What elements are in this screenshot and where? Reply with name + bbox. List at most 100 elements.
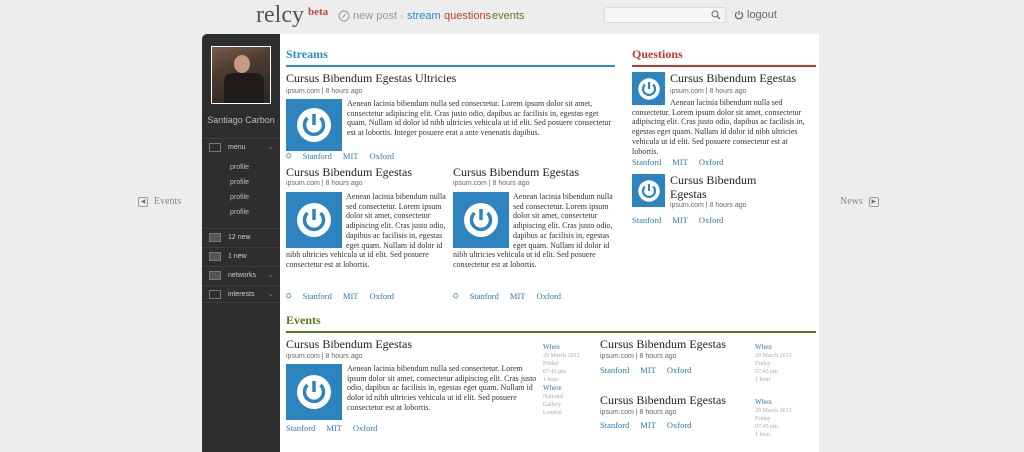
app-logo[interactable]: relcy xyxy=(256,2,304,29)
school-icon: ⛭ xyxy=(286,291,292,300)
tag-link[interactable]: Oxford xyxy=(536,291,561,301)
search-icon[interactable] xyxy=(711,10,721,20)
questions-heading[interactable]: Questions xyxy=(632,47,816,67)
post-body: Aenean lacinia bibendum nulla sed consec… xyxy=(453,192,613,270)
chevron-right-icon: › xyxy=(400,11,404,21)
question-thumbnail[interactable] xyxy=(632,174,665,207)
sidebar-item-messages[interactable]: 12 new xyxy=(202,228,280,246)
event-date: 29 March 2012 xyxy=(755,408,792,414)
question-title[interactable]: Cursus Bibendum xyxy=(670,173,756,188)
post-body: Aenean lacinia bibendum nulla sed consec… xyxy=(286,192,446,270)
tag-link[interactable]: Stanford xyxy=(303,151,332,161)
question-meta: ipsum.com | 8 hours ago xyxy=(670,88,747,95)
sidebar-item-label: interests xyxy=(228,290,255,298)
tag-link[interactable]: Oxford xyxy=(369,151,394,161)
tag-link[interactable]: Oxford xyxy=(667,420,692,430)
event-title[interactable]: Cursus Bibendum Egestas xyxy=(600,337,726,352)
sidebar-item-interests[interactable]: interests ⌄ xyxy=(202,285,280,303)
tag-link[interactable]: MIT xyxy=(326,423,342,433)
event-duration: 1 hour xyxy=(755,432,771,438)
tag-link[interactable]: MIT xyxy=(672,157,688,167)
sidebar-item-notifications[interactable]: 1 new xyxy=(202,247,280,265)
new-post-button[interactable]: new post › xyxy=(338,10,403,22)
nav-questions[interactable]: questions xyxy=(444,10,491,22)
tag-link[interactable]: Stanford xyxy=(286,423,315,433)
tag-link[interactable]: Oxford xyxy=(369,291,394,301)
tag-link[interactable]: Stanford xyxy=(600,420,629,430)
event-tags: Stanford MIT Oxford xyxy=(286,423,377,433)
event-title[interactable]: Cursus Bibendum Egestas xyxy=(286,337,412,352)
tag-link[interactable]: Oxford xyxy=(667,365,692,375)
sidebar-item-menu[interactable]: menu ⌄ xyxy=(202,138,280,156)
tag-link[interactable]: MIT xyxy=(510,291,526,301)
event-location: London xyxy=(543,410,562,416)
event-time: 07:45 pm xyxy=(755,369,778,375)
avatar[interactable] xyxy=(211,46,271,104)
tag-link[interactable]: MIT xyxy=(640,365,656,375)
tag-link[interactable]: Stanford xyxy=(632,157,661,167)
events-heading[interactable]: Events xyxy=(286,313,816,333)
tag-link[interactable]: Oxford xyxy=(699,157,724,167)
where-label: Where xyxy=(543,384,562,392)
school-icon: ⛭ xyxy=(453,291,459,300)
sidebar: Santiago Carbon menu ⌄ profile profile p… xyxy=(202,34,280,452)
sidebar-sub-profile[interactable]: profile xyxy=(230,179,249,186)
when-label: When xyxy=(543,343,560,351)
event-tags: Stanford MIT Oxford xyxy=(600,365,691,375)
tag-link[interactable]: MIT xyxy=(343,151,359,161)
tag-link[interactable]: MIT xyxy=(343,291,359,301)
event-when: When 29 March 2012 Friday 07:45 pm 1 hou… xyxy=(543,343,580,417)
event-location: Gallery xyxy=(543,402,561,408)
sidebar-sub-profile[interactable]: profile xyxy=(230,164,249,171)
event-day: Friday xyxy=(755,416,771,422)
event-time: 07:45 pm xyxy=(755,424,778,430)
event-title[interactable]: Cursus Bibendum Egestas xyxy=(600,393,726,408)
sidebar-sub-profile[interactable]: profile xyxy=(230,194,249,201)
when-label: When xyxy=(755,343,772,351)
question-tags: Stanford MIT Oxford xyxy=(632,157,723,167)
event-when: When 29 March 2012 Friday 07:45 pm 1 hou… xyxy=(755,343,792,384)
sidebar-item-networks[interactable]: networks ⌄ xyxy=(202,266,280,284)
prev-events-nav[interactable]: ◀ Events xyxy=(138,196,181,207)
list-icon xyxy=(209,289,221,299)
main-panel: Streams Cursus Bibendum Egestas Ultricie… xyxy=(280,34,819,452)
event-day: Friday xyxy=(755,361,771,367)
event-duration: 1 hour xyxy=(543,377,559,383)
post-thumbnail[interactable] xyxy=(286,99,342,151)
next-news-nav[interactable]: News ▶ xyxy=(840,196,879,207)
tag-link[interactable]: Stanford xyxy=(600,365,629,375)
event-when: When 29 March 2012 Friday 07:45 pm 1 hou… xyxy=(755,398,792,439)
power-icon xyxy=(297,108,331,142)
post-tags: ⛭ Stanford MIT Oxford xyxy=(286,291,394,301)
search-input[interactable] xyxy=(604,7,726,23)
tag-link[interactable]: Stanford xyxy=(632,215,661,225)
post-title[interactable]: Cursus Bibendum Egestas xyxy=(286,165,412,180)
post-title[interactable]: Cursus Bibendum Egestas Ultricies xyxy=(286,71,456,86)
sidebar-item-label: networks xyxy=(228,272,257,279)
nav-events[interactable]: events xyxy=(492,10,524,22)
tag-link[interactable]: Stanford xyxy=(470,291,499,301)
prev-events-label: Events xyxy=(154,196,182,207)
tag-link[interactable]: Stanford xyxy=(303,291,332,301)
streams-heading[interactable]: Streams xyxy=(286,47,615,67)
sidebar-sub-profile[interactable]: profile xyxy=(230,209,249,216)
event-body: Aenean lacinia bibendum nulla sed consec… xyxy=(347,364,537,412)
sidebar-item-label: menu xyxy=(228,144,246,151)
post-meta: ipsum.com | 8 hours ago xyxy=(286,180,363,187)
school-icon: ⛭ xyxy=(286,151,292,160)
question-title-cont[interactable]: Egestas xyxy=(670,187,707,202)
nav-stream[interactable]: stream xyxy=(407,10,441,22)
tag-link[interactable]: MIT xyxy=(640,420,656,430)
logout-label: logout xyxy=(747,9,777,21)
tag-link[interactable]: MIT xyxy=(672,215,688,225)
logout-button[interactable]: logout xyxy=(734,9,777,21)
tag-link[interactable]: Oxford xyxy=(353,423,378,433)
sidebar-item-label: 1 new xyxy=(228,253,247,260)
question-title[interactable]: Cursus Bibendum Egestas xyxy=(670,71,796,86)
event-thumbnail[interactable] xyxy=(286,364,342,420)
username: Santiago Carbon xyxy=(207,115,275,125)
post-title[interactable]: Cursus Bibendum Egestas xyxy=(453,165,579,180)
question-tags: Stanford MIT Oxford xyxy=(632,215,723,225)
tag-link[interactable]: Oxford xyxy=(699,215,724,225)
event-meta: ipsum.com | 8 hours ago xyxy=(600,353,677,360)
